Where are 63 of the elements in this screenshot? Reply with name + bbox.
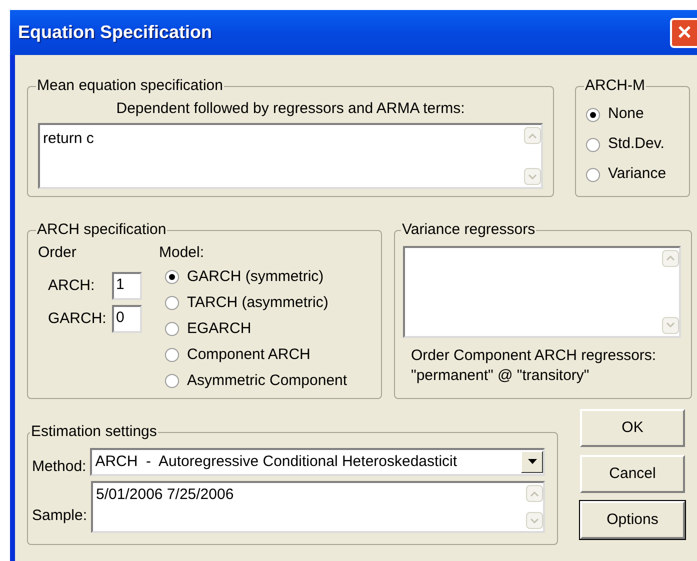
radio-label: Variance xyxy=(608,164,666,184)
radio-option[interactable]: GARCH (symmetric) xyxy=(165,264,348,290)
radio-button[interactable] xyxy=(165,322,179,336)
sample-label: Sample: xyxy=(32,506,88,526)
dialog-button[interactable]: Cancel xyxy=(580,455,685,493)
window-title: Equation Specification xyxy=(18,21,212,44)
regressors-note: "permanent" @ "transitory" xyxy=(411,366,590,386)
chevron-up-icon xyxy=(666,255,675,261)
radio-button[interactable] xyxy=(165,348,179,362)
radio-option[interactable]: Std.Dev. xyxy=(586,132,679,158)
scroll-up-button[interactable] xyxy=(526,485,543,502)
radio-option[interactable]: Variance xyxy=(586,162,679,188)
scroll-down-button[interactable] xyxy=(526,512,543,529)
group-title: Variance regressors xyxy=(401,220,536,240)
chevron-down-icon xyxy=(530,518,539,524)
chevron-down-icon xyxy=(528,174,537,180)
radio-option[interactable]: Component ARCH xyxy=(165,342,348,368)
radio-button[interactable] xyxy=(165,296,179,310)
radio-label: EGARCH xyxy=(187,318,252,339)
radio-option[interactable]: Asymmetric Component xyxy=(165,368,348,394)
dialog-button[interactable]: OK xyxy=(580,409,685,447)
radio-label: Std.Dev. xyxy=(608,134,664,154)
radio-label: TARCH (asymmetric) xyxy=(187,292,328,313)
radio-option[interactable]: None xyxy=(586,102,679,128)
chevron-up-icon xyxy=(528,132,537,138)
chevron-down-icon xyxy=(666,322,675,328)
chevron-up-icon xyxy=(530,490,539,496)
group-title: ARCH specification xyxy=(36,220,168,240)
radio-button[interactable] xyxy=(586,168,600,182)
arch-order-field[interactable]: 1 xyxy=(112,272,142,300)
group-title: ARCH-M xyxy=(584,76,646,96)
field-label: Dependent followed by regressors and ARMA terms: xyxy=(115,98,466,118)
dialog-button[interactable]: Options xyxy=(580,501,685,539)
scroll-down-button[interactable] xyxy=(524,168,541,185)
garch-label: GARCH: xyxy=(48,308,108,329)
radio-button[interactable] xyxy=(165,270,179,284)
group-title: Estimation settings xyxy=(30,422,158,442)
garch-order-field[interactable]: 0 xyxy=(112,305,142,333)
dropdown-button[interactable] xyxy=(521,450,543,473)
regressors-note: Order Component ARCH regressors: xyxy=(411,346,658,366)
radio-label: Component ARCH xyxy=(187,344,310,365)
order-label: Order xyxy=(38,242,78,262)
method-dropdown[interactable]: ARCH - Autoregressive Conditional Heteroskedasticit xyxy=(90,448,545,476)
model-label: Model: xyxy=(159,242,206,262)
radio-option[interactable]: EGARCH xyxy=(165,316,348,342)
scroll-up-button[interactable] xyxy=(662,250,679,266)
radio-label: GARCH (symmetric) xyxy=(187,266,324,287)
method-label: Method: xyxy=(32,456,86,476)
caret-icon xyxy=(528,459,536,464)
radio-button[interactable] xyxy=(165,374,179,388)
equation-field[interactable]: return c xyxy=(38,123,543,189)
regressors-field[interactable] xyxy=(403,246,681,338)
scroll-up-button[interactable] xyxy=(524,127,541,144)
radio-label: Asymmetric Component xyxy=(187,370,348,391)
group-title: Mean equation specification xyxy=(36,76,224,96)
scroll-down-button[interactable] xyxy=(662,316,679,334)
close-button[interactable]: × xyxy=(670,18,697,48)
sample-field[interactable]: 5/01/2006 7/25/2006 xyxy=(91,481,545,533)
radio-button[interactable] xyxy=(586,108,600,122)
radio-label: None xyxy=(608,104,644,124)
radio-option[interactable]: TARCH (asymmetric) xyxy=(165,290,348,316)
arch-label: ARCH: xyxy=(48,276,96,296)
radio-button[interactable] xyxy=(586,138,600,152)
